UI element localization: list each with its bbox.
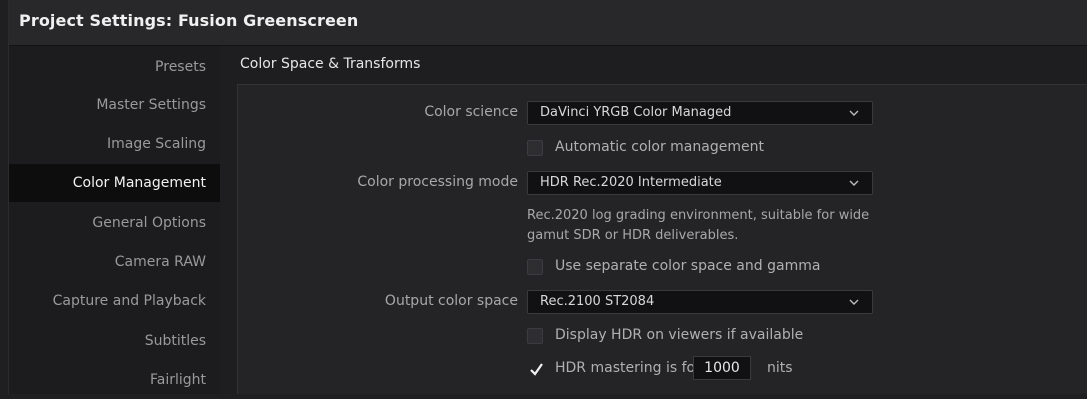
chevron-down-icon [849, 110, 859, 116]
settings-content: Color Space & Transforms Color science D… [220, 46, 1087, 394]
output-color-space-value: Rec.2100 ST2084 [540, 294, 655, 309]
output-color-space-label: Output color space [384, 293, 518, 309]
color-science-label-wrap: Color science [238, 104, 518, 126]
chevron-down-icon [849, 299, 859, 305]
sidebar-item-presets[interactable]: Presets [9, 48, 220, 86]
section-title: Color Space & Transforms [240, 56, 421, 72]
display-hdr-checkbox[interactable] [527, 328, 543, 344]
settings-sidebar: Presets Master Settings Image Scaling Co… [9, 46, 220, 394]
sidebar-item-camera-raw[interactable]: Camera RAW [9, 243, 220, 281]
window-title: Project Settings: Fusion Greenscreen [19, 11, 359, 30]
sidebar-item-master-settings[interactable]: Master Settings [9, 86, 220, 124]
sidebar-item-color-management[interactable]: Color Management [9, 164, 220, 202]
sidebar-item-subtitles[interactable]: Subtitles [9, 322, 220, 360]
processing-mode-label-wrap: Color processing mode [238, 174, 518, 196]
separate-color-space-checkbox[interactable] [527, 259, 543, 275]
display-hdr-label: Display HDR on viewers if available [555, 327, 804, 343]
color-science-select[interactable]: DaVinci YRGB Color Managed [527, 101, 873, 125]
title-bar: Project Settings: Fusion Greenscreen [9, 0, 1087, 46]
chevron-down-icon [849, 180, 859, 186]
sidebar-item-fairlight[interactable]: Fairlight [9, 361, 220, 399]
color-space-panel: Color science DaVinci YRGB Color Managed… [237, 84, 1087, 394]
hdr-mastering-row: HDR mastering is for 1000 nits [527, 356, 847, 381]
hdr-mastering-label: HDR mastering is for [555, 360, 701, 376]
project-settings-window: Project Settings: Fusion Greenscreen Pre… [8, 0, 1087, 394]
output-color-space-label-wrap: Output color space [238, 293, 518, 315]
auto-color-management-label: Automatic color management [555, 139, 764, 155]
processing-mode-description: Rec.2020 log grading environment, suitab… [527, 208, 870, 243]
sidebar-item-capture-playback[interactable]: Capture and Playback [9, 282, 220, 320]
color-processing-mode-value: HDR Rec.2020 Intermediate [540, 175, 722, 190]
checkmark-icon [530, 363, 543, 376]
auto-color-management-checkbox[interactable] [527, 140, 543, 156]
output-color-space-select[interactable]: Rec.2100 ST2084 [527, 290, 873, 314]
color-science-label: Color science [424, 104, 518, 120]
hdr-mastering-checkbox[interactable] [527, 361, 543, 377]
hdr-mastering-nits-input[interactable]: 1000 [693, 356, 751, 380]
sidebar-item-general-options[interactable]: General Options [9, 204, 220, 242]
sidebar-item-image-scaling[interactable]: Image Scaling [9, 125, 220, 163]
color-science-value: DaVinci YRGB Color Managed [540, 105, 732, 120]
color-processing-mode-select[interactable]: HDR Rec.2020 Intermediate [527, 171, 873, 195]
separate-color-space-label: Use separate color space and gamma [555, 258, 821, 274]
color-processing-mode-label: Color processing mode [357, 174, 518, 190]
nits-unit-label: nits [767, 360, 793, 376]
